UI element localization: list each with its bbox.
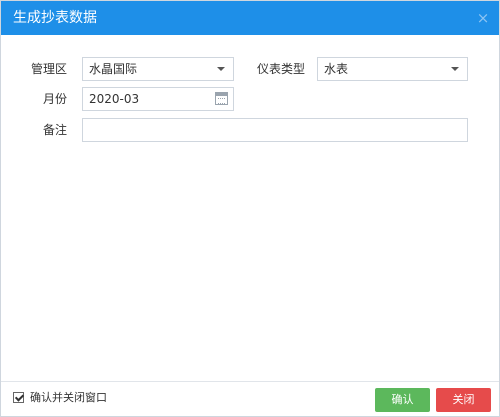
month-input-value: 2020-03 — [89, 92, 140, 106]
caret-down-icon — [217, 67, 225, 71]
meter-type-select[interactable]: 水表 — [317, 57, 468, 81]
dialog-title: 生成抄表数据 — [13, 10, 97, 26]
meter-type-select-value: 水表 — [324, 62, 349, 76]
remark-label: 备注 — [42, 123, 67, 137]
confirm-button[interactable]: 确认 — [375, 388, 430, 412]
confirm-close-checkbox[interactable] — [13, 392, 24, 403]
calendar-icon[interactable] — [215, 92, 228, 105]
dialog-titlebar: 生成抄表数据 × — [1, 1, 499, 35]
area-label: 管理区 — [30, 62, 67, 76]
caret-down-icon — [451, 67, 459, 71]
close-button[interactable]: 关闭 — [436, 388, 491, 412]
dialog-footer: 确认并关闭窗口 确认 关闭 — [1, 381, 499, 416]
month-input[interactable]: 2020-03 — [82, 87, 234, 111]
generate-meter-data-dialog: 生成抄表数据 × 管理区 水晶国际 仪表类型 水表 月份 2020-03 备注 … — [0, 0, 500, 417]
area-select[interactable]: 水晶国际 — [82, 57, 234, 81]
month-label: 月份 — [42, 92, 67, 106]
remark-input[interactable] — [82, 118, 468, 142]
close-icon[interactable]: × — [475, 10, 491, 26]
confirm-close-checkbox-label[interactable]: 确认并关闭窗口 — [30, 382, 107, 414]
meter-type-label: 仪表类型 — [256, 62, 305, 76]
area-select-value: 水晶国际 — [89, 62, 138, 76]
